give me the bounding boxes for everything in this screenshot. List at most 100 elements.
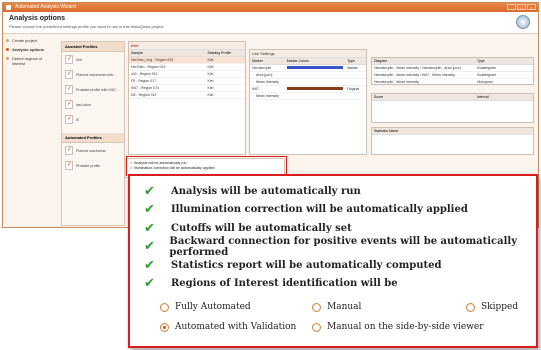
automation-label: Backward connection for positive events … (169, 235, 518, 258)
column-header-type[interactable]: Type (345, 58, 366, 64)
radio-icon[interactable] (160, 302, 169, 312)
profile-icon (65, 100, 73, 109)
profile-item[interactable]: Plasma carcinoma (62, 143, 124, 158)
cell: Her2neu_Img - Region 003 (131, 58, 174, 62)
step-analysis-options[interactable]: Analysis options (3, 45, 59, 54)
diagram-row[interactable]: Hematoxylin - Mean Intensity / Hematoxyl… (372, 65, 533, 72)
column-header-score[interactable]: Score (372, 94, 475, 100)
automation-label: Cutoffs will be automatically set (171, 222, 352, 234)
column-header-diagram[interactable]: Diagram (372, 58, 475, 64)
check-icon: ✔ (144, 257, 155, 273)
cell: Mean Intensity (256, 80, 279, 84)
samples-pane: Kiel Sample Staining Profile Her2neu_Img… (128, 41, 246, 155)
maximize-button[interactable]: □ (517, 4, 526, 10)
radio-icon[interactable] (466, 302, 475, 312)
column-header-sample[interactable]: Sample (129, 50, 206, 56)
profile-item[interactable]: Kiel (62, 52, 124, 67)
column-header-type[interactable]: Type (475, 58, 533, 64)
table-row[interactable]: Her2neu_Img - Region 003 Kiel (129, 57, 245, 64)
cell: Kiel (207, 79, 214, 83)
statistics-header: Statistics Name (372, 128, 533, 135)
cell: Kiel (207, 58, 214, 62)
column-header-profile[interactable]: Staining Profile (206, 50, 245, 56)
radio-manual[interactable]: Manual (312, 302, 361, 312)
automation-label: Analysis will be automatically run (171, 185, 361, 197)
automation-item: ✔ Illumination correction will be automat… (144, 201, 536, 220)
table-row[interactable]: c02 - Region 011 Kiel (129, 71, 245, 78)
wizard-logo-icon (516, 15, 530, 29)
cell: Original (347, 87, 360, 91)
marker-row[interactable]: Area [µm²] (250, 72, 366, 79)
automation-label: Illumination correction will be automati… (171, 204, 468, 216)
radio-icon[interactable] (312, 322, 321, 332)
marker-row[interactable]: Mean Intensity (250, 93, 366, 100)
cell: Hematoxylin - Mean Intensity (374, 80, 420, 84)
check-icon: ✔ (144, 220, 155, 236)
profile-item[interactable]: Plasma carcinoma with... (62, 67, 124, 82)
radio-label: Manual on the side-by-side viewer (327, 322, 484, 332)
column-header-marker[interactable]: Marker (250, 58, 285, 64)
profile-label: Kiel (76, 57, 82, 62)
minimize-button[interactable]: _ (507, 4, 516, 10)
radio-fully-automated[interactable]: Fully Automated (160, 302, 251, 312)
wizard-header: Analysis options Please choose the prede… (3, 12, 538, 34)
roi-section: ✔ Regions of Interest identification will… (144, 274, 398, 293)
automation-item: ✔ Backward connection for positive events… (144, 235, 536, 258)
marker-row[interactable]: Ki67 Original (250, 86, 366, 93)
profile-icon (65, 85, 73, 94)
table-row[interactable]: F8 - Region 017 Kiel (129, 78, 245, 85)
automation-label: Statistics report will be automatically … (171, 259, 442, 271)
cell: Her2neu - Region 019 (131, 65, 166, 69)
profiles-panel: Assisted Profiles Kiel Plasma carcinoma … (61, 41, 125, 226)
profile-item[interactable]: last colon (62, 97, 124, 112)
cell: Ki67 (252, 87, 260, 91)
cell: Kiel (207, 65, 214, 69)
automated-profiles-title: Automated Profiles (62, 133, 124, 143)
radio-automated-validation[interactable]: Automated with Validation (160, 322, 296, 332)
profile-item[interactable]: Prostate profile with KI67... (62, 82, 124, 97)
column-header-interval[interactable]: Interval (475, 94, 533, 100)
markers-title: Use Settings (250, 50, 366, 58)
radio-skipped[interactable]: Skipped (466, 302, 518, 312)
markers-pane: Use Settings Marker Marker Colors Type H… (249, 49, 367, 155)
cell: Area [µm²] (256, 73, 273, 77)
automation-list: ✔ Analysis will be automatically run ✔ Ill… (144, 182, 536, 275)
step-detect-regions[interactable]: Detect regions of interest (3, 54, 59, 68)
close-button[interactable]: × (527, 4, 536, 10)
column-header-statistics[interactable]: Statistics Name (372, 128, 533, 134)
cell: D8 - Region 012 (131, 93, 157, 97)
diagram-row[interactable]: Hematoxylin - Mean Intensity Histogram (372, 79, 533, 86)
profile-icon (65, 70, 73, 79)
radio-label: Automated with Validation (175, 322, 297, 332)
markers-header: Marker Marker Colors Type (250, 58, 366, 65)
cell: F8 - Region 017 (131, 79, 157, 83)
cell: Histogram (477, 80, 493, 84)
step-create-project[interactable]: Create project (3, 36, 59, 45)
table-row[interactable]: Her2neu - Region 019 Kiel (129, 64, 245, 71)
samples-title: Kiel (129, 42, 245, 50)
radio-label: Fully Automated (175, 302, 251, 312)
page-subtitle: Please choose the predefined settings pr… (9, 24, 164, 29)
table-row[interactable]: D8 - Region 012 Kiel (129, 92, 245, 99)
step-list: Create project Analysis options Detect r… (3, 36, 59, 226)
profile-item[interactable]: Prostate profile (62, 158, 124, 173)
table-row[interactable]: Ki67 - Region 074 Kiel (129, 85, 245, 92)
samples-header: Sample Staining Profile (129, 50, 245, 57)
diagram-row[interactable]: Hematoxylin - Mean Intensity / Ki67 - Me… (372, 72, 533, 79)
zoom-callout: ✔ Analysis will be automatically run ✔ Ill… (128, 174, 538, 348)
assisted-profiles-title: Assisted Profiles (62, 42, 124, 52)
radio-icon[interactable] (160, 322, 169, 332)
profile-label: IE (76, 117, 80, 122)
profile-icon (65, 115, 73, 124)
profile-item[interactable]: IE (62, 112, 124, 127)
profile-details: Kiel Sample Staining Profile Her2neu_Img… (128, 41, 536, 159)
profile-label: Plasma carcinoma (76, 148, 106, 153)
radio-icon[interactable] (312, 302, 321, 312)
cell: Scattergram (477, 73, 497, 77)
marker-row[interactable]: Hematoxylin Master (250, 65, 366, 72)
profile-label: Prostate profile with KI67... (76, 87, 119, 92)
column-header-colors[interactable]: Marker Colors (285, 58, 345, 64)
marker-row[interactable]: Mean Intensity (250, 79, 366, 86)
roi-title: Regions of Interest identification will … (171, 277, 398, 289)
radio-manual-side-by-side[interactable]: Manual on the side-by-side viewer (312, 322, 484, 332)
